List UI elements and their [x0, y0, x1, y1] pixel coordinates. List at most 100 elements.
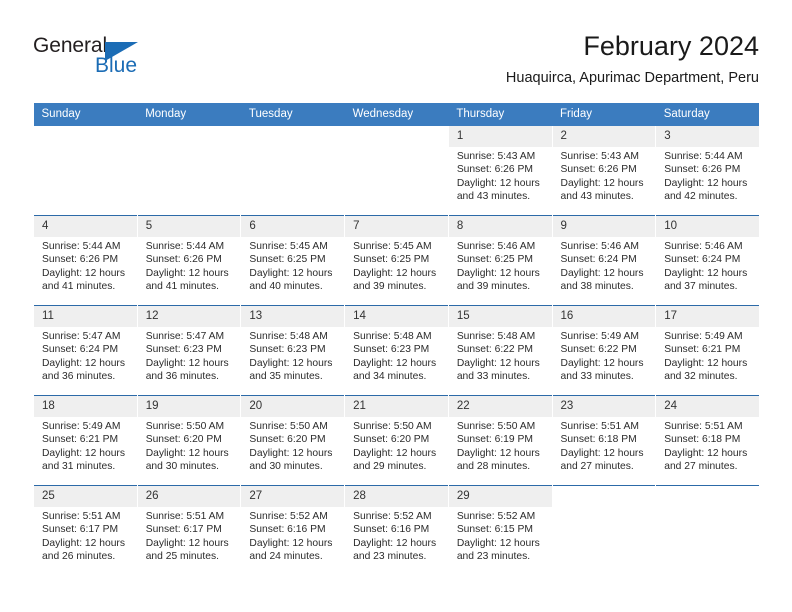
daylight-text-line1: Daylight: 12 hours [249, 537, 333, 549]
calendar-day-cell-empty [136, 126, 241, 216]
daylight-text-line2: and 30 minutes. [249, 461, 323, 473]
daylight-text-line2: and 36 minutes. [42, 371, 116, 383]
sunset-text: Sunset: 6:22 PM [456, 344, 533, 356]
day-details: Sunrise: 5:52 AM Sunset: 6:16 PM Daylight:… [346, 507, 448, 564]
calendar-day-cell[interactable]: 17 Sunrise: 5:49 AM Sunset: 6:21 PM Dayligh… [655, 305, 760, 396]
day-number: 6 [241, 216, 345, 237]
sunrise-text: Sunrise: 5:49 AM [664, 331, 743, 342]
calendar-day-cell[interactable]: 2 Sunrise: 5:43 AM Sunset: 6:26 PM Daylight… [551, 126, 656, 216]
day-number [345, 126, 448, 147]
calendar-day-cell[interactable]: 29 Sunrise: 5:52 AM Sunset: 6:15 PM Dayligh… [447, 485, 553, 575]
weekday-header-sunday: Sunday [33, 103, 138, 126]
calendar-day-cell[interactable]: 9 Sunrise: 5:46 AM Sunset: 6:24 PM Daylight… [551, 215, 656, 306]
calendar-day-cell[interactable]: 22 Sunrise: 5:50 AM Sunset: 6:19 PM Dayligh… [447, 395, 553, 486]
day-details: Sunrise: 5:49 AM Sunset: 6:22 PM Daylight:… [553, 327, 655, 384]
daylight-text-line1: Daylight: 12 hours [249, 447, 333, 459]
day-details: Sunrise: 5:52 AM Sunset: 6:16 PM Daylight:… [242, 507, 344, 564]
calendar-day-cell[interactable]: 25 Sunrise: 5:51 AM Sunset: 6:17 PM Dayligh… [33, 485, 138, 575]
calendar-day-cell[interactable]: 28 Sunrise: 5:52 AM Sunset: 6:16 PM Dayligh… [344, 485, 449, 575]
page-title: February 2024 [583, 31, 759, 61]
daylight-text-line1: Daylight: 12 hours [560, 357, 644, 369]
calendar-day-cell[interactable]: 1 Sunrise: 5:43 AM Sunset: 6:26 PM Daylight… [447, 126, 553, 216]
sunrise-text: Sunrise: 5:52 AM [249, 511, 328, 522]
calendar-day-cell[interactable]: 5 Sunrise: 5:44 AM Sunset: 6:26 PM Daylight… [136, 215, 241, 306]
calendar-day-cell[interactable]: 11 Sunrise: 5:47 AM Sunset: 6:24 PM Dayligh… [33, 305, 138, 396]
day-details: Sunrise: 5:48 AM Sunset: 6:23 PM Daylight:… [346, 327, 448, 384]
calendar-day-cell[interactable]: 27 Sunrise: 5:52 AM Sunset: 6:16 PM Dayligh… [240, 485, 345, 575]
sunset-text: Sunset: 6:24 PM [560, 254, 637, 266]
sunset-text: Sunset: 6:18 PM [560, 434, 637, 446]
day-number [656, 486, 760, 507]
day-number [553, 486, 656, 507]
sunrise-text: Sunrise: 5:50 AM [353, 421, 432, 432]
daylight-text-line1: Daylight: 12 hours [456, 357, 540, 369]
weekday-header-tuesday: Tuesday [240, 103, 345, 126]
daylight-text-line1: Daylight: 12 hours [664, 357, 748, 369]
calendar-day-cell[interactable]: 24 Sunrise: 5:51 AM Sunset: 6:18 PM Dayligh… [655, 395, 760, 486]
daylight-text-line2: and 40 minutes. [249, 281, 323, 293]
calendar-day-cell[interactable]: 14 Sunrise: 5:48 AM Sunset: 6:23 PM Dayligh… [344, 305, 449, 396]
calendar-day-cell[interactable]: 26 Sunrise: 5:51 AM Sunset: 6:17 PM Dayligh… [136, 485, 241, 575]
sunrise-text: Sunrise: 5:45 AM [249, 241, 328, 252]
day-details: Sunrise: 5:47 AM Sunset: 6:24 PM Daylight:… [34, 327, 136, 384]
day-number: 16 [553, 306, 656, 327]
day-number: 12 [138, 306, 241, 327]
calendar-day-cell[interactable]: 21 Sunrise: 5:50 AM Sunset: 6:20 PM Dayligh… [344, 395, 449, 486]
sunrise-text: Sunrise: 5:47 AM [145, 331, 225, 342]
sunrise-text: Sunrise: 5:46 AM [664, 241, 743, 252]
sunrise-text: Sunrise: 5:46 AM [560, 241, 639, 252]
calendar-day-cell[interactable]: 8 Sunrise: 5:46 AM Sunset: 6:25 PM Daylight… [447, 215, 553, 306]
sunset-text: Sunset: 6:20 PM [145, 434, 222, 446]
calendar-day-cell[interactable]: 3 Sunrise: 5:44 AM Sunset: 6:26 PM Daylight… [655, 126, 760, 216]
daylight-text-line2: and 39 minutes. [353, 281, 427, 293]
daylight-text-line2: and 43 minutes. [560, 191, 634, 203]
day-details: Sunrise: 5:51 AM Sunset: 6:18 PM Daylight:… [553, 417, 655, 474]
calendar-day-cell[interactable]: 7 Sunrise: 5:45 AM Sunset: 6:25 PM Daylight… [344, 215, 449, 306]
calendar-day-cell[interactable]: 15 Sunrise: 5:48 AM Sunset: 6:22 PM Dayligh… [447, 305, 553, 396]
day-number: 19 [138, 396, 241, 417]
daylight-text-line1: Daylight: 12 hours [353, 357, 437, 369]
calendar-day-cell-empty [551, 485, 656, 575]
daylight-text-line1: Daylight: 12 hours [42, 267, 125, 279]
day-details: Sunrise: 5:48 AM Sunset: 6:23 PM Daylight:… [242, 327, 344, 384]
day-details: Sunrise: 5:51 AM Sunset: 6:18 PM Daylight:… [657, 417, 760, 474]
day-details: Sunrise: 5:44 AM Sunset: 6:26 PM Daylight:… [657, 147, 760, 204]
daylight-text-line1: Daylight: 12 hours [664, 177, 748, 189]
day-number: 29 [449, 486, 552, 507]
calendar-grid: Sunday Monday Tuesday Wednesday Thursday… [33, 103, 760, 575]
sunset-text: Sunset: 6:26 PM [560, 164, 637, 176]
calendar-body: 1 Sunrise: 5:43 AM Sunset: 6:26 PM Daylight… [33, 126, 760, 575]
sunrise-text: Sunrise: 5:51 AM [42, 511, 121, 522]
calendar-day-cell[interactable]: 20 Sunrise: 5:50 AM Sunset: 6:20 PM Dayligh… [240, 395, 345, 486]
daylight-text-line1: Daylight: 12 hours [42, 447, 125, 459]
calendar-day-cell[interactable]: 16 Sunrise: 5:49 AM Sunset: 6:22 PM Dayligh… [551, 305, 656, 396]
calendar-day-cell[interactable]: 19 Sunrise: 5:50 AM Sunset: 6:20 PM Dayligh… [136, 395, 241, 486]
day-details: Sunrise: 5:49 AM Sunset: 6:21 PM Daylight:… [34, 417, 136, 474]
calendar-day-cell[interactable]: 6 Sunrise: 5:45 AM Sunset: 6:25 PM Daylight… [240, 215, 345, 306]
calendar-day-cell[interactable]: 12 Sunrise: 5:47 AM Sunset: 6:23 PM Dayligh… [136, 305, 241, 396]
calendar-day-cell[interactable]: 23 Sunrise: 5:51 AM Sunset: 6:18 PM Dayligh… [551, 395, 656, 486]
daylight-text-line1: Daylight: 12 hours [456, 267, 540, 279]
sunset-text: Sunset: 6:25 PM [249, 254, 326, 266]
day-details: Sunrise: 5:46 AM Sunset: 6:24 PM Daylight:… [657, 237, 760, 294]
sunset-text: Sunset: 6:21 PM [42, 434, 119, 446]
daylight-text-line2: and 41 minutes. [42, 281, 116, 293]
daylight-text-line1: Daylight: 12 hours [353, 267, 437, 279]
daylight-text-line1: Daylight: 12 hours [456, 537, 540, 549]
day-number: 23 [553, 396, 656, 417]
day-details: Sunrise: 5:44 AM Sunset: 6:26 PM Daylight:… [34, 237, 136, 294]
calendar-day-cell[interactable]: 10 Sunrise: 5:46 AM Sunset: 6:24 PM Dayligh… [655, 215, 760, 306]
calendar-day-cell[interactable]: 13 Sunrise: 5:48 AM Sunset: 6:23 PM Dayligh… [240, 305, 345, 396]
sunrise-text: Sunrise: 5:49 AM [560, 331, 639, 342]
day-number: 5 [138, 216, 241, 237]
sunset-text: Sunset: 6:16 PM [249, 524, 326, 536]
daylight-text-line2: and 32 minutes. [664, 371, 738, 383]
day-number [138, 126, 241, 147]
daylight-text-line1: Daylight: 12 hours [42, 357, 125, 369]
daylight-text-line2: and 39 minutes. [456, 281, 531, 293]
sunrise-text: Sunrise: 5:52 AM [456, 511, 536, 522]
day-details: Sunrise: 5:50 AM Sunset: 6:19 PM Daylight:… [449, 417, 551, 474]
calendar-day-cell[interactable]: 18 Sunrise: 5:49 AM Sunset: 6:21 PM Dayligh… [33, 395, 138, 486]
day-details: Sunrise: 5:50 AM Sunset: 6:20 PM Daylight:… [138, 417, 240, 474]
calendar-day-cell[interactable]: 4 Sunrise: 5:44 AM Sunset: 6:26 PM Daylight… [33, 215, 138, 306]
